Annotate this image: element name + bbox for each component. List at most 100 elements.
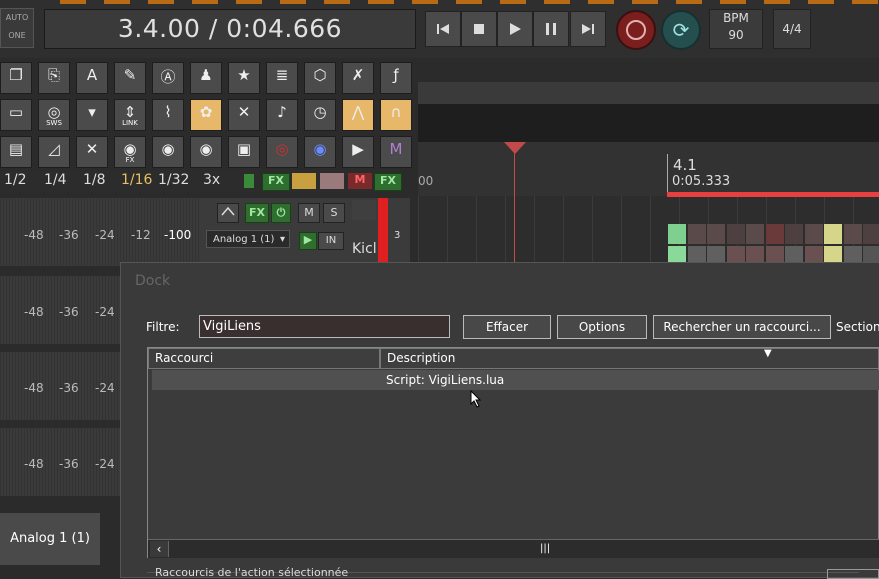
bottom-button-partial[interactable] (827, 569, 879, 579)
midi-note-cell[interactable] (843, 246, 862, 262)
midi-note-cell[interactable] (687, 224, 706, 244)
filter-input[interactable]: VigiLiens (199, 315, 450, 338)
find-shortcut-button[interactable]: Rechercher un raccourci... (653, 315, 831, 339)
speaker-button[interactable]: ♪ (266, 99, 298, 131)
midi-note-cell[interactable] (785, 246, 803, 262)
track-input-select[interactable]: Analog 1 (1) ▾ (206, 230, 290, 248)
midi-note-cell[interactable] (804, 224, 823, 244)
play-button[interactable] (497, 11, 533, 47)
mixer-m-button[interactable] (352, 200, 376, 220)
repeat-button[interactable]: ⟳ (661, 10, 701, 50)
x-curve-button[interactable]: ✗ (342, 62, 374, 94)
list-button[interactable]: ≣ (266, 62, 298, 94)
track-record-arm[interactable] (378, 198, 388, 262)
list-item[interactable]: Script: VigiLiens.lua (152, 370, 879, 390)
track-fx-button[interactable]: FX (245, 203, 269, 223)
midi-note-cell[interactable] (863, 246, 879, 262)
track-solo-button[interactable]: S (323, 203, 345, 223)
midi-note-cell[interactable] (726, 246, 745, 262)
fx-toggle-2[interactable]: FX (374, 173, 402, 191)
midi-note-cell[interactable] (668, 224, 686, 244)
midi-note-cell[interactable] (863, 224, 879, 244)
glue-button[interactable]: ✿ (190, 99, 222, 131)
midi-note-cell[interactable] (843, 224, 862, 244)
pause-button[interactable] (533, 11, 569, 47)
bpm-display[interactable]: BPM 90 (709, 9, 763, 49)
wrench-button[interactable]: ✎ (114, 62, 146, 94)
clipboard-button[interactable]: ⎘ (38, 62, 70, 94)
midi-note-cell[interactable] (746, 246, 764, 262)
equalizer-button[interactable]: ▤ (0, 136, 32, 168)
link-button[interactable]: ⇕ LINK (114, 99, 146, 131)
x-stretch-button[interactable]: ⋀ (342, 99, 374, 131)
time-selection-bar[interactable] (667, 192, 879, 197)
midi-note-cell[interactable] (765, 224, 784, 244)
fx-toggle-1[interactable]: FX (262, 173, 290, 191)
lfo-button[interactable]: ◎ (266, 136, 298, 168)
m-button[interactable]: M (380, 136, 412, 168)
midi-note-cell[interactable] (707, 224, 725, 244)
monitor-button[interactable]: ▭ (0, 99, 32, 131)
playhead-marker[interactable] (504, 142, 526, 154)
midi-note-cell[interactable] (726, 224, 745, 244)
midi-note-cell[interactable] (804, 246, 823, 262)
record-monitor-button[interactable]: ▶ (299, 232, 317, 250)
midi-note-cell[interactable] (668, 246, 686, 262)
m-toggle[interactable]: M (348, 173, 372, 189)
speaker-mute-button[interactable]: ✕ (228, 99, 260, 131)
midi-note-cell[interactable] (824, 246, 842, 262)
time-display[interactable]: 3.4.00 / 0:04.666 (44, 9, 416, 49)
grid-1-4[interactable]: 1/4 (44, 172, 67, 188)
dv-button[interactable]: ◉ (304, 136, 336, 168)
horizontal-scrollbar[interactable]: ‹ ||| (148, 539, 879, 558)
input-label[interactable]: IN (318, 232, 344, 250)
midi-note-cell[interactable] (707, 246, 725, 262)
ruler-button[interactable]: ◿ (38, 136, 70, 168)
eye-curve-button[interactable]: ◉ (190, 136, 222, 168)
anarchy-button[interactable]: Ⓐ (152, 62, 184, 94)
fx-chain-icon[interactable] (292, 173, 316, 189)
copy-button[interactable]: ❐ (0, 62, 32, 94)
magnet-button[interactable]: ∩ (380, 99, 412, 131)
f-curve-button[interactable]: ƒ (380, 62, 412, 94)
grid-triplet[interactable]: 3x (203, 172, 220, 188)
grid-1-2[interactable]: 1/2 (4, 172, 27, 188)
column-header-description[interactable]: Description (380, 348, 879, 369)
stop-button[interactable] (461, 11, 497, 47)
timeline-ruler[interactable]: 00 4.1 0:05.333 (418, 142, 879, 196)
grid-1-8[interactable]: 1/8 (83, 172, 106, 188)
reveal-button[interactable]: ▶ (342, 136, 374, 168)
midi-note-cell[interactable] (687, 246, 706, 262)
midi-note-cell[interactable] (765, 246, 784, 262)
speaker-box-button[interactable]: ▣ (228, 136, 260, 168)
scroll-thumb-grip-icon[interactable]: ||| (540, 543, 550, 554)
midi-note-cell[interactable] (746, 224, 764, 244)
track-name[interactable]: Kicl (352, 241, 377, 257)
close-button[interactable]: ✕ (76, 136, 108, 168)
compass-button[interactable]: A (76, 62, 108, 94)
sws-button[interactable]: ◎ SWS (38, 99, 70, 131)
pick-button[interactable]: ⬡ (304, 62, 336, 94)
midi-note-cell[interactable] (824, 224, 842, 244)
eye-fx-button[interactable]: ◉ FX (114, 136, 146, 168)
go-to-start-button[interactable] (425, 11, 461, 47)
options-button[interactable]: Options (557, 315, 647, 339)
grid-1-32[interactable]: 1/32 (158, 172, 189, 188)
cursor-split-button[interactable]: ⌇ (152, 99, 184, 131)
track-power-button[interactable]: ⏻ (271, 203, 291, 223)
clock-button[interactable]: ◷ (304, 99, 336, 131)
automation-mode-button[interactable]: AUTO ONE (0, 8, 34, 48)
time-signature[interactable]: 4/4 (773, 9, 811, 49)
trim-button[interactable]: ▾ (76, 99, 108, 131)
envelope-button[interactable] (217, 203, 239, 223)
record-button[interactable] (616, 10, 656, 50)
go-to-end-button[interactable] (570, 11, 606, 47)
bottom-track-input[interactable]: Analog 1 (1) (0, 513, 100, 565)
shirt-button[interactable]: ♟ (190, 62, 222, 94)
camera-icon[interactable] (320, 173, 344, 189)
track-mute-button[interactable]: M (298, 203, 320, 223)
clear-button[interactable]: Effacer (463, 315, 551, 339)
scroll-left-icon[interactable]: ‹ (150, 541, 169, 557)
star-button[interactable]: ★ (228, 62, 260, 94)
grid-1-16[interactable]: 1/16 (121, 172, 152, 188)
